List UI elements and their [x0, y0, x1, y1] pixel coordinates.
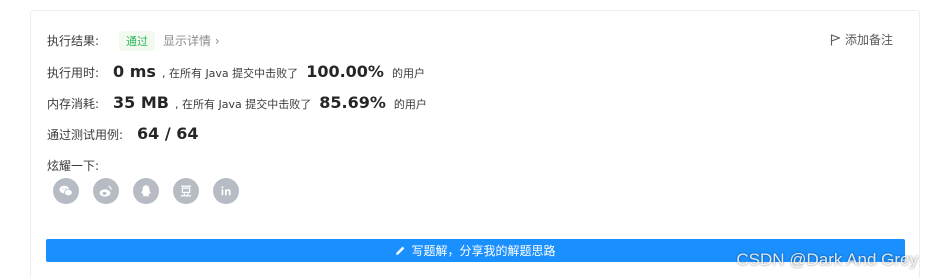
share-row-label: 炫耀一下: — [47, 157, 99, 174]
show-details-link[interactable]: 显示详情 › — [163, 32, 220, 49]
memory-suffix: 的用户 — [393, 98, 427, 111]
tests-label: 通过测试用例: — [47, 128, 124, 142]
memory-percent: 85.69% — [319, 93, 386, 112]
share-wechat-button[interactable] — [53, 178, 79, 204]
memory-value: 35 MB — [113, 93, 169, 112]
flag-icon — [830, 33, 841, 45]
runtime-row: 执行用时: 0 ms , 在所有 Java 提交中击败了 100.00% 的用户 — [47, 62, 425, 81]
status-badge: 通过 — [119, 31, 156, 51]
submission-result-card: 执行结果: 通过 显示详情 › 添加备注 执行用时: 0 ms , 在所有 Ja… — [30, 10, 920, 279]
tests-row: 通过测试用例: 64 / 64 — [47, 124, 205, 143]
share-weibo-button[interactable] — [93, 178, 119, 204]
memory-middle-text: , 在所有 Java 提交中击败了 — [175, 98, 312, 111]
runtime-percent: 100.00% — [306, 62, 384, 81]
runtime-middle-text: , 在所有 Java 提交中击败了 — [161, 67, 299, 80]
runtime-label: 执行用时: — [47, 66, 100, 80]
write-solution-label: 写题解，分享我的解题思路 — [411, 244, 556, 258]
result-label: 执行结果: — [47, 34, 100, 48]
result-row: 执行结果: 通过 显示详情 › — [47, 31, 220, 51]
memory-label: 内存消耗: — [47, 97, 100, 111]
qq-icon — [141, 185, 151, 197]
add-note-button[interactable]: 添加备注 — [830, 31, 893, 48]
share-icons — [53, 178, 253, 204]
wechat-icon — [59, 185, 73, 197]
tests-value: 64 / 64 — [137, 124, 199, 143]
share-qq-button[interactable] — [133, 178, 159, 204]
share-linkedin-button[interactable] — [213, 178, 239, 204]
share-douban-button[interactable] — [173, 178, 199, 204]
weibo-icon — [99, 185, 112, 197]
add-note-label: 添加备注 — [844, 33, 893, 47]
share-label: 炫耀一下: — [47, 159, 100, 173]
linkedin-icon — [221, 186, 231, 196]
runtime-suffix: 的用户 — [391, 67, 425, 80]
memory-row: 内存消耗: 35 MB , 在所有 Java 提交中击败了 85.69% 的用户 — [47, 93, 427, 112]
write-solution-button[interactable]: 写题解，分享我的解题思路 — [46, 239, 905, 262]
pencil-icon — [396, 246, 405, 255]
douban-icon — [181, 185, 191, 197]
runtime-value: 0 ms — [113, 62, 156, 81]
